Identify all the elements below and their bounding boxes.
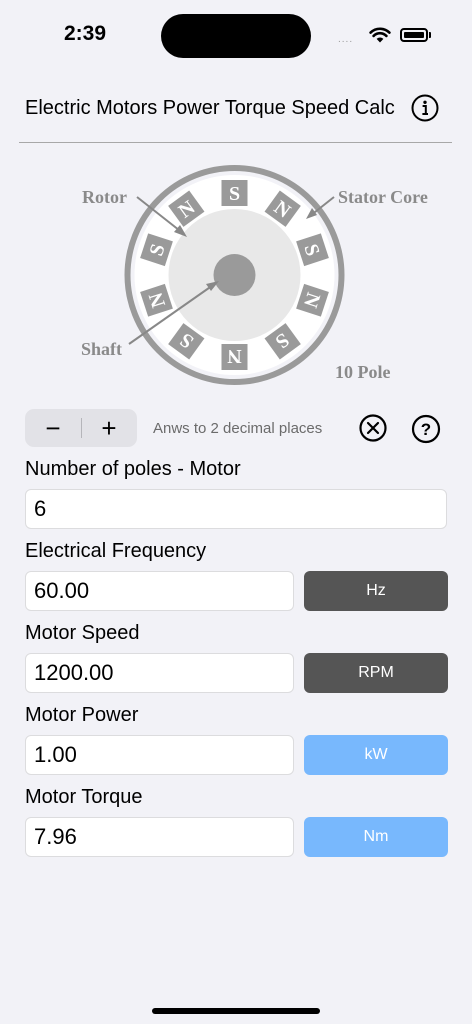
header-divider [19,142,452,143]
page-title: Electric Motors Power Torque Speed Calc [25,97,395,119]
pole-count-label: 10 Pole [335,362,391,382]
pole-letter: N [227,345,242,367]
motor-diagram: SNSNSNSNSN Rotor Stator Core Shaft 10 Po… [81,165,428,385]
status-time: 2:39 [64,22,107,45]
clear-button[interactable] [359,414,387,442]
power-label: Motor Power [25,704,139,726]
home-indicator [152,1008,320,1014]
cellular-signal-icon: .... [338,34,354,45]
dynamic-island [161,14,311,58]
frequency-unit-button[interactable]: Hz [304,571,448,611]
stator-core-label: Stator Core [338,187,428,207]
battery-tip [429,32,431,38]
battery-icon [400,28,428,42]
power-input[interactable] [25,735,294,775]
svg-text:?: ? [421,420,431,439]
clear-circle-icon [359,414,387,442]
pole-magnet-n: N [221,344,248,370]
speed-label: Motor Speed [25,622,140,644]
poles-label: Number of poles - Motor [25,458,241,480]
info-button[interactable] [411,94,439,122]
info-icon [411,94,439,122]
poles-input[interactable] [25,489,447,529]
help-button[interactable]: ? [411,414,441,444]
rotor-label: Rotor [82,187,127,207]
torque-unit-button[interactable]: Nm [304,817,448,857]
frequency-input[interactable] [25,571,294,611]
help-circle-icon: ? [411,414,441,444]
wifi-icon [369,27,391,43]
poles-stepper[interactable]: − + [25,409,137,447]
speed-unit-button[interactable]: RPM [304,653,448,693]
decrement-button[interactable]: − [25,409,81,447]
speed-input[interactable] [25,653,294,693]
pole-letter: S [229,183,240,205]
decimal-places-note: Anws to 2 decimal places [153,420,323,437]
increment-button[interactable]: + [81,409,137,447]
shaft-label: Shaft [81,339,122,359]
power-unit-button[interactable]: kW [304,735,448,775]
pole-magnet-s: S [221,180,248,206]
status-bar: 2:39 .... [0,0,472,72]
shaft [213,254,256,296]
frequency-label: Electrical Frequency [25,540,207,562]
torque-label: Motor Torque [25,786,143,808]
torque-input[interactable] [25,817,294,857]
